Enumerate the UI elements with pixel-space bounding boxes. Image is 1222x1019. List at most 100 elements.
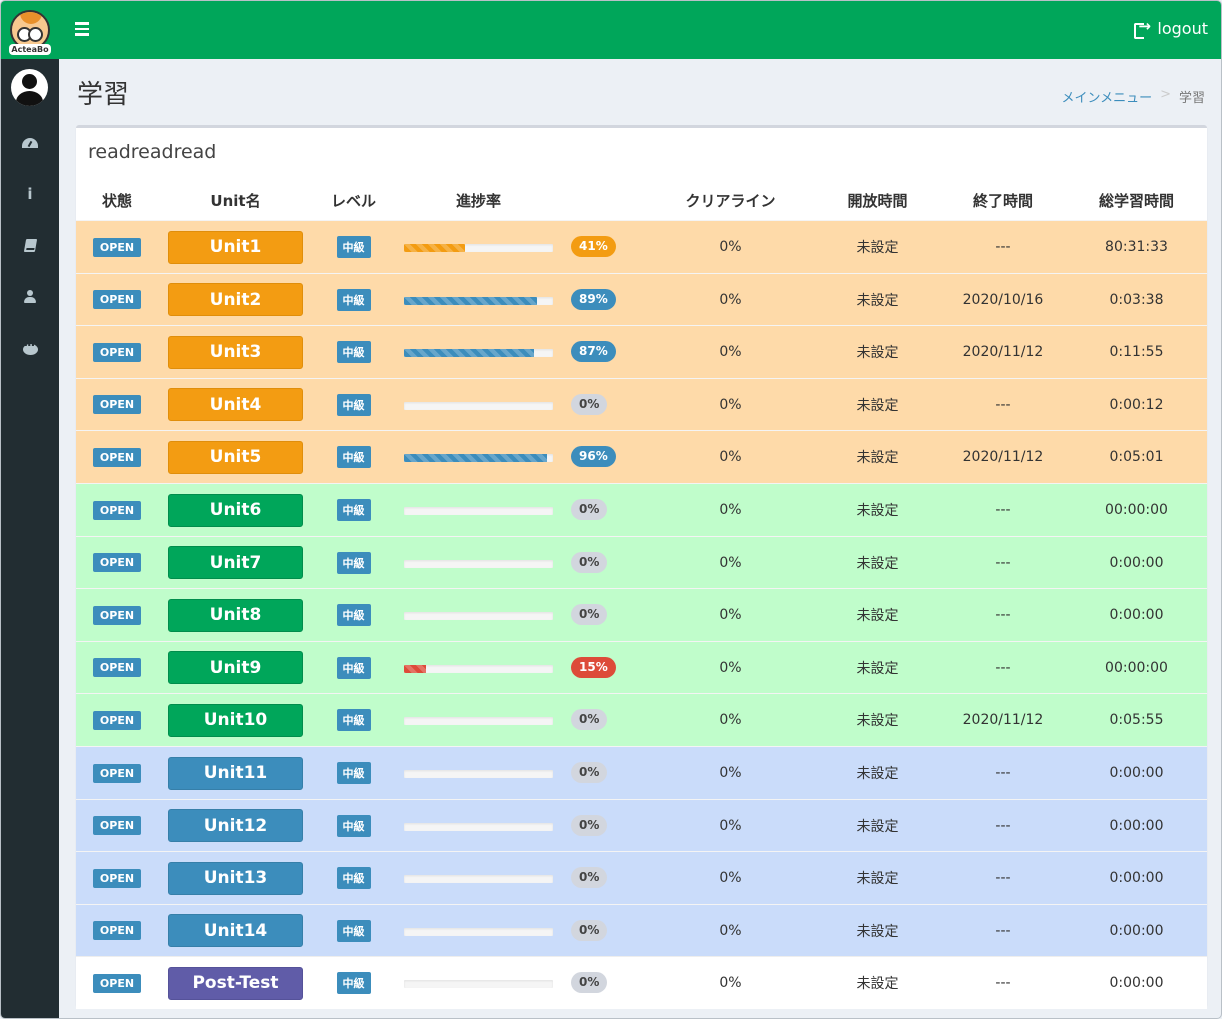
sidebar-item-messages[interactable] (1, 329, 59, 369)
unit-button[interactable]: Unit12 (168, 809, 303, 843)
unit-button[interactable]: Unit2 (168, 283, 303, 317)
open-status-badge[interactable]: OPEN (92, 447, 142, 467)
app-window: ActeaBo logout i 学習 メインメニュー > 学習 readrea… (0, 0, 1222, 1019)
total-time-cell: 0:00:00 (1109, 817, 1164, 834)
unit-button[interactable]: Unit1 (168, 230, 303, 264)
open-status-badge[interactable]: OPEN (92, 553, 142, 573)
progress-percent-badge: 0% (571, 972, 608, 994)
unit-button[interactable]: Unit8 (168, 598, 303, 632)
open-time-cell: 未設定 (856, 240, 899, 256)
end-time-cell: 2020/11/12 (962, 449, 1044, 466)
open-status-badge[interactable]: OPEN (92, 921, 142, 941)
status-cell: OPEN (76, 642, 158, 694)
progress-bar (404, 401, 553, 410)
unit-button[interactable]: Unit4 (168, 388, 303, 422)
table-row: OPEN Unit6 中級 0% 0% 未設定 --- 00:00:00 (76, 483, 1207, 536)
clearline-cell: 0% (719, 975, 742, 992)
breadcrumb: メインメニュー > 学習 (1061, 87, 1205, 106)
unit-button[interactable]: Unit6 (168, 493, 303, 527)
header-open-time: 開放時間 (847, 192, 908, 210)
level-badge: 中級 (336, 814, 371, 837)
open-status-badge[interactable]: OPEN (92, 395, 142, 415)
progress-bar-fill (404, 349, 534, 358)
level-badge: 中級 (336, 236, 371, 258)
open-status-badge[interactable]: OPEN (92, 658, 142, 678)
level-badge: 中級 (336, 551, 371, 574)
info-icon: i (27, 184, 33, 203)
end-time-cell: --- (995, 659, 1011, 676)
logout-link[interactable]: logout (1134, 17, 1208, 39)
status-cell: OPEN (76, 221, 158, 273)
progress-percent-badge: 0% (571, 604, 608, 626)
end-time-cell: --- (995, 554, 1011, 571)
total-time-cell: 80:31:33 (1105, 239, 1168, 255)
table-row: OPEN Unit5 中級 96% 0% 未設定 2020/11/12 0:05:01 (76, 430, 1207, 483)
open-time-cell: 未設定 (856, 871, 899, 888)
sidebar-item-profile[interactable] (1, 277, 59, 317)
end-time-cell: --- (995, 870, 1011, 887)
status-cell: OPEN (76, 537, 158, 589)
unit-button[interactable]: Unit3 (168, 335, 303, 369)
end-time-cell: --- (995, 607, 1011, 624)
table-row: OPEN Unit10 中級 0% 0% 未設定 2020/11/12 0:05:55 (76, 693, 1207, 746)
open-status-badge[interactable]: OPEN (92, 237, 142, 257)
status-cell: OPEN (76, 905, 158, 957)
progress-percent-badge: 0% (571, 709, 608, 731)
sidebar-item-dashboard[interactable] (1, 123, 59, 163)
total-time-cell: 0:00:00 (1109, 554, 1164, 571)
level-cell: 中級 (316, 642, 391, 694)
progress-bar (404, 296, 553, 305)
open-status-badge[interactable]: OPEN (92, 710, 142, 730)
sidebar-item-info[interactable]: i (1, 174, 59, 214)
breadcrumb-home-link[interactable]: メインメニュー (1061, 87, 1152, 106)
level-cell: 中級 (316, 694, 391, 746)
total-time-cell: 00:00:00 (1105, 502, 1168, 518)
status-cell: OPEN (76, 694, 158, 746)
level-cell: 中級 (316, 379, 391, 431)
hamburger-menu-icon[interactable] (75, 22, 91, 38)
open-status-badge[interactable]: OPEN (92, 763, 142, 783)
progress-bar-fill (404, 296, 537, 305)
clearline-cell: 0% (719, 765, 742, 781)
open-status-badge[interactable]: OPEN (92, 290, 142, 310)
clearline-cell: 0% (719, 291, 742, 308)
end-time-cell: 2020/11/12 (962, 712, 1044, 729)
open-status-badge[interactable]: OPEN (92, 500, 142, 520)
clearline-cell: 0% (719, 922, 742, 939)
sidebar-item-study[interactable] (1, 225, 59, 265)
unit-button[interactable]: Unit11 (168, 756, 303, 790)
table-row: OPEN Unit3 中級 87% 0% 未設定 2020/11/12 0:11:55 (76, 325, 1207, 378)
total-time-cell: 0:00:00 (1109, 922, 1164, 939)
end-time-cell: --- (995, 396, 1011, 413)
progress-bar (404, 612, 553, 621)
user-avatar[interactable] (11, 69, 48, 106)
status-cell: OPEN (76, 957, 158, 1009)
progress-percent-badge: 0% (571, 499, 608, 520)
progress-bar (404, 244, 553, 252)
unit-button[interactable]: Unit7 (168, 546, 303, 580)
open-status-badge[interactable]: OPEN (92, 605, 142, 625)
level-badge: 中級 (336, 604, 371, 627)
unit-button[interactable]: Unit13 (168, 861, 303, 895)
unit-button[interactable]: Unit9 (168, 651, 303, 685)
total-time-cell: 0:00:00 (1109, 975, 1164, 992)
open-status-badge[interactable]: OPEN (92, 868, 142, 888)
level-badge: 中級 (336, 341, 371, 364)
unit-button[interactable]: Post-Test (168, 966, 303, 1000)
acteabo-logo[interactable]: ActeaBo (1, 1, 59, 59)
clearline-cell: 0% (719, 502, 742, 518)
level-badge: 中級 (336, 446, 371, 469)
sidebar: i (1, 59, 59, 1018)
progress-percent-badge: 0% (571, 919, 608, 941)
open-status-badge[interactable]: OPEN (92, 342, 142, 362)
open-status-badge[interactable]: OPEN (92, 973, 142, 993)
unit-button[interactable]: Unit14 (168, 914, 303, 948)
total-time-cell: 0:05:55 (1109, 712, 1164, 729)
progress-bar (404, 349, 553, 358)
progress-percent-badge: 41% (571, 236, 616, 257)
breadcrumb-separator: > (1160, 87, 1171, 102)
open-status-badge[interactable]: OPEN (92, 816, 142, 836)
unit-button[interactable]: Unit5 (168, 440, 303, 474)
status-cell: OPEN (76, 484, 158, 536)
unit-button[interactable]: Unit10 (168, 703, 303, 737)
